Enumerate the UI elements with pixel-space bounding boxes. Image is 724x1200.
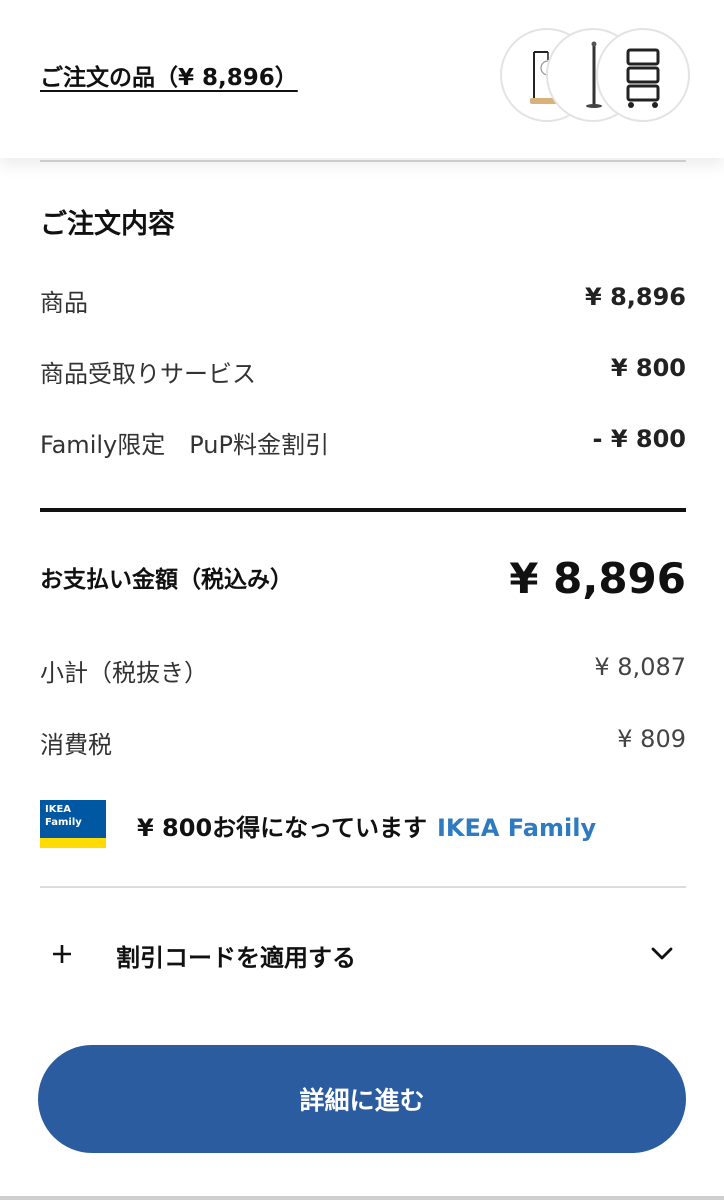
breakdown-label: 小計（税抜き） bbox=[40, 659, 208, 687]
proceed-to-details-button[interactable]: 詳細に進む bbox=[38, 1045, 686, 1153]
kitchen-trolley-icon bbox=[596, 28, 690, 122]
order-summary-title: ご注文内容 bbox=[40, 209, 175, 240]
bottom-divider bbox=[0, 1196, 724, 1200]
total-value: ¥ 8,896 bbox=[509, 554, 686, 603]
family-savings-message: ¥ 800お得になっています IKEA Family bbox=[137, 808, 596, 843]
summary-row-value: ¥ 800 bbox=[610, 354, 686, 382]
order-items-link[interactable]: ご注文の品（¥ 8,896） bbox=[40, 58, 298, 92]
summary-row-label: 商品 bbox=[40, 289, 88, 317]
summary-row-label: Family限定 PuP料金割引 bbox=[40, 431, 329, 459]
summary-row-label: 商品受取りサービス bbox=[40, 360, 256, 388]
savings-text: ¥ 800お得になっています bbox=[137, 814, 427, 842]
summary-row-family-discount: Family限定 PuP料金割引 - ¥ 800 bbox=[40, 425, 686, 465]
summary-row-pickup-service: 商品受取りサービス ¥ 800 bbox=[40, 354, 686, 394]
ikea-family-logo: IKEA Family bbox=[40, 800, 106, 848]
apply-discount-code-toggle[interactable]: 割引コードを適用する bbox=[40, 930, 686, 980]
total-divider bbox=[40, 508, 686, 512]
summary-row-value: ¥ 8,896 bbox=[585, 283, 686, 311]
logo-line-2: Family bbox=[45, 817, 82, 828]
breakdown-row-tax: 消費税 ¥ 809 bbox=[40, 725, 686, 765]
logo-stripe bbox=[40, 838, 106, 848]
plus-icon bbox=[53, 945, 71, 963]
total-label: お支払い金額（税込み） bbox=[40, 567, 293, 593]
discount-code-label: 割引コードを適用する bbox=[116, 944, 356, 972]
breakdown-label: 消費税 bbox=[40, 731, 112, 759]
chevron-down-icon bbox=[651, 947, 673, 960]
breakdown-value: ¥ 809 bbox=[617, 725, 686, 753]
logo-line-1: IKEA bbox=[45, 804, 72, 815]
order-header: ご注文の品（¥ 8,896） bbox=[0, 0, 724, 158]
ikea-family-link[interactable]: IKEA Family bbox=[437, 814, 596, 842]
breakdown-value: ¥ 8,087 bbox=[594, 653, 686, 681]
product-thumbnails[interactable] bbox=[500, 28, 690, 122]
breakdown-row-subtotal: 小計（税抜き） ¥ 8,087 bbox=[40, 653, 686, 693]
discount-divider bbox=[40, 886, 686, 888]
summary-row-items: 商品 ¥ 8,896 bbox=[40, 283, 686, 323]
summary-row-value: - ¥ 800 bbox=[592, 425, 686, 453]
header-divider bbox=[40, 160, 686, 162]
